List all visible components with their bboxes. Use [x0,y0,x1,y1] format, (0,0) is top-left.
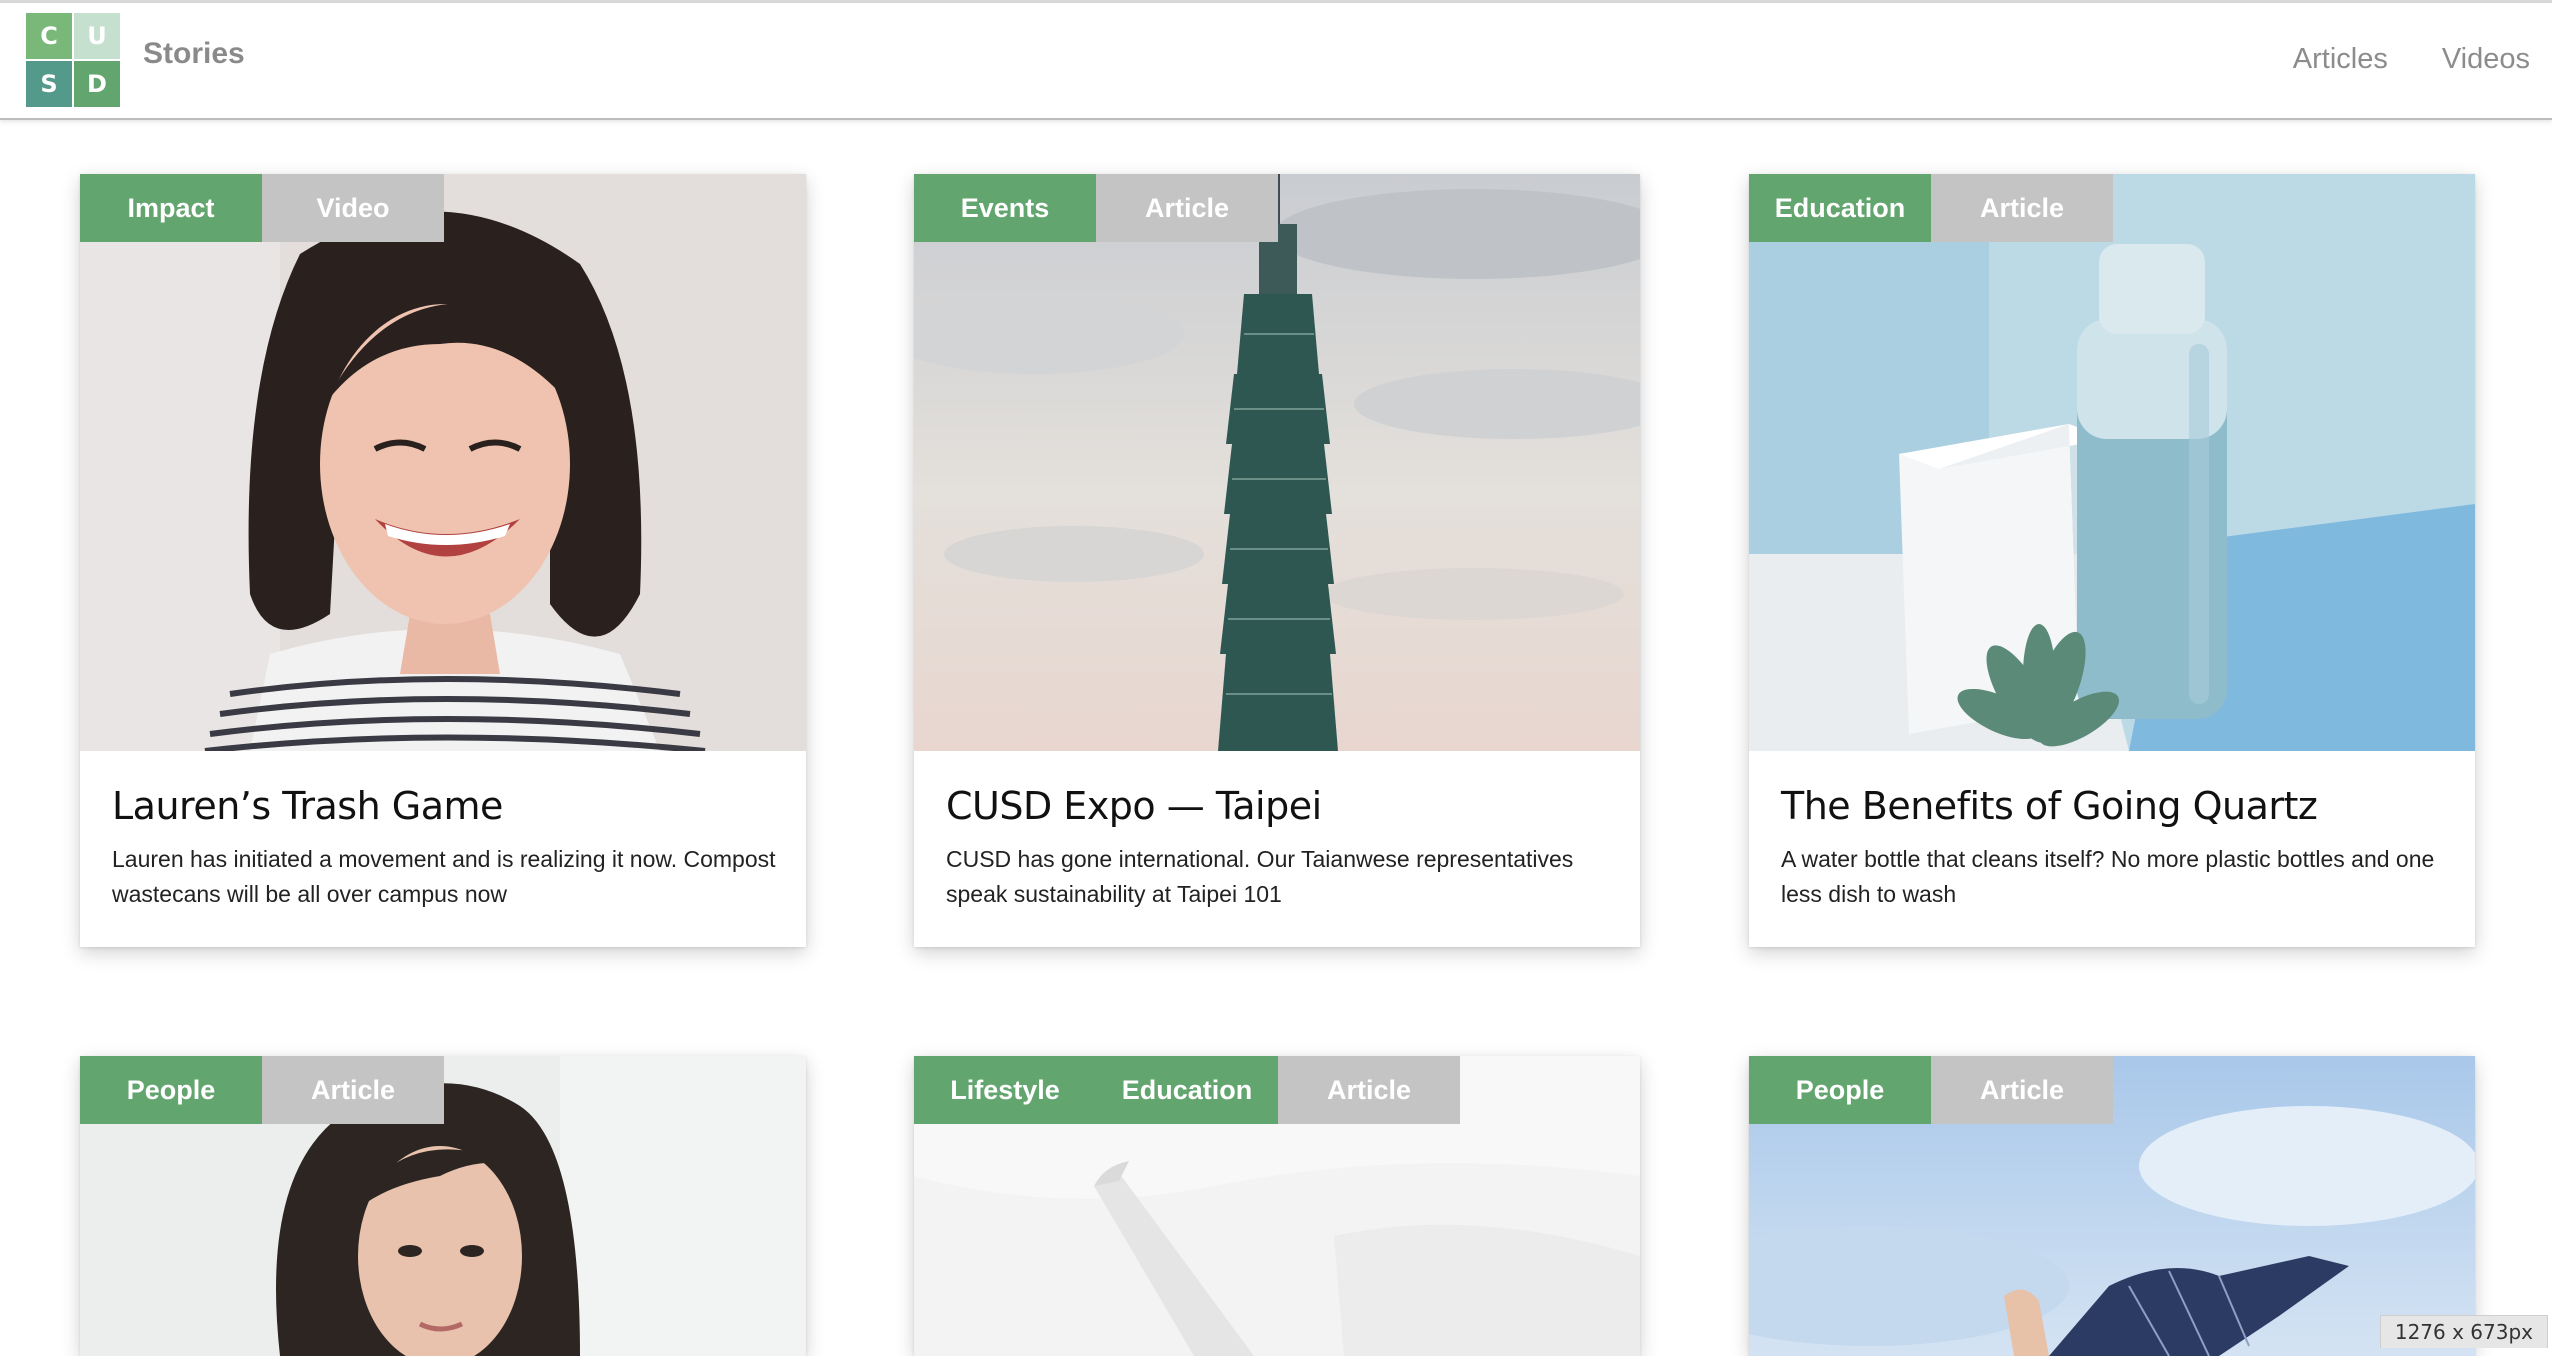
story-tags: Impact Video [80,174,444,242]
story-body: CUSD Expo — Taipei CUSD has gone interna… [946,786,1616,912]
story-body: The Benefits of Going Quartz A water bot… [1781,786,2451,912]
story-card-laurens-trash-game[interactable]: Impact Video Lauren’s Trash Game Lauren … [80,174,806,947]
story-tags: Lifestyle Education Article [914,1056,1460,1124]
story-image-water-bottle [1749,174,2475,751]
story-body: Lauren’s Trash Game Lauren has initiated… [112,786,782,912]
story-grid: Impact Video Lauren’s Trash Game Lauren … [0,0,2552,1348]
story-card-cusd-expo-taipei[interactable]: Events Article CUSD Expo — Taipei CUSD h… [914,174,1640,947]
tag-article[interactable]: Article [1931,174,2113,242]
story-title[interactable]: The Benefits of Going Quartz [1781,786,2451,828]
story-title[interactable]: Lauren’s Trash Game [112,786,782,828]
story-image-portrait [80,174,806,751]
story-card-people-portrait[interactable]: People Article [80,1056,806,1356]
story-card-benefits-of-going-quartz[interactable]: Education Article The Benefits of Going … [1749,174,2475,947]
story-description: Lauren has initiated a movement and is r… [112,842,782,912]
tag-article[interactable]: Article [1278,1056,1460,1124]
tag-video[interactable]: Video [262,174,444,242]
story-tags: Education Article [1749,174,2113,242]
story-title[interactable]: CUSD Expo — Taipei [946,786,1616,828]
tag-article[interactable]: Article [262,1056,444,1124]
tag-people[interactable]: People [1749,1056,1931,1124]
story-card-people-sky[interactable]: People Article [1749,1056,2475,1356]
tag-education[interactable]: Education [1749,174,1931,242]
story-card-lifestyle-education[interactable]: Lifestyle Education Article [914,1056,1640,1356]
story-tags: People Article [1749,1056,2113,1124]
tag-article[interactable]: Article [1931,1056,2113,1124]
tag-education[interactable]: Education [1096,1056,1278,1124]
tag-article[interactable]: Article [1096,174,1278,242]
tag-people[interactable]: People [80,1056,262,1124]
viewport-size-badge: 1276 x 673px [2380,1315,2548,1348]
story-tags: Events Article [914,174,1278,242]
story-description: A water bottle that cleans itself? No mo… [1781,842,2451,912]
story-description: CUSD has gone international. Our Taianwe… [946,842,1616,912]
tag-lifestyle[interactable]: Lifestyle [914,1056,1096,1124]
story-tags: People Article [80,1056,444,1124]
tag-impact[interactable]: Impact [80,174,262,242]
tag-events[interactable]: Events [914,174,1096,242]
story-image-taipei-tower [914,174,1640,751]
